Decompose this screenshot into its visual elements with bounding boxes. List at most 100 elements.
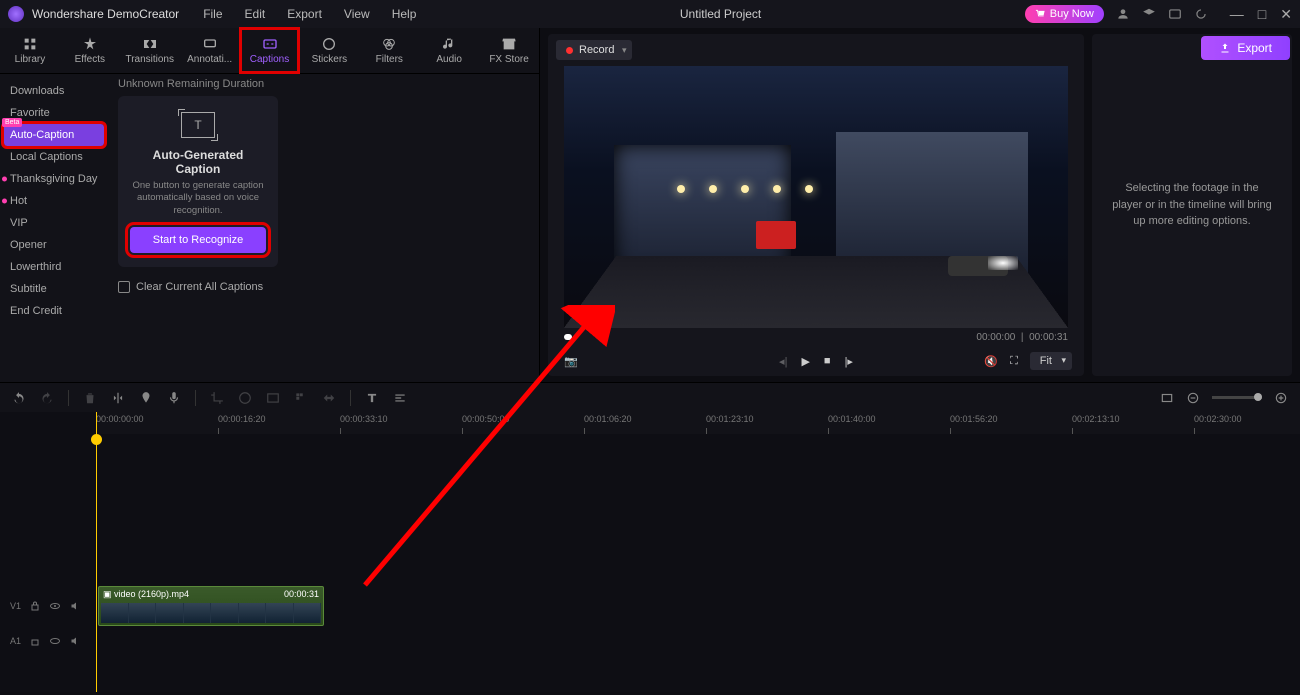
zoom-in-button[interactable] (1274, 391, 1288, 405)
tab-annotations[interactable]: Annotati... (180, 28, 240, 73)
ruler-tick: 00:00:00:00 (96, 414, 144, 424)
ruler-tick: 00:01:56:20 (950, 414, 998, 424)
video-preview[interactable] (564, 66, 1068, 328)
cat-auto-caption[interactable]: BetaAuto-Caption (4, 124, 104, 146)
track-mute-icon[interactable] (69, 600, 81, 612)
new-dot-icon (2, 177, 7, 182)
fit-select[interactable]: Fit (1030, 352, 1072, 370)
tab-effects[interactable]: Effects (60, 28, 120, 73)
play-button[interactable]: ▶ (801, 355, 809, 368)
menu-view[interactable]: View (344, 7, 370, 21)
card-title: Auto-Generated Caption (130, 148, 266, 176)
cart-icon (1035, 9, 1046, 20)
clear-captions-checkbox[interactable] (118, 281, 130, 293)
refresh-icon[interactable] (1194, 7, 1208, 21)
main-menu: File Edit Export View Help (203, 7, 416, 21)
message-icon[interactable] (1168, 7, 1182, 21)
cat-vip[interactable]: VIP (0, 212, 108, 234)
maximize-button[interactable]: □ (1258, 6, 1266, 23)
start-recognize-button[interactable]: Start to Recognize (130, 227, 266, 253)
ruler-tick: 00:00:50:00 (462, 414, 510, 424)
cat-local-captions[interactable]: Local Captions (0, 146, 108, 168)
ruler-tick: 00:00:33:10 (340, 414, 388, 424)
voiceover-button[interactable] (167, 391, 181, 405)
redo-button[interactable] (40, 391, 54, 405)
buy-now-button[interactable]: Buy Now (1025, 5, 1104, 23)
caption-frame-icon: T (181, 112, 215, 138)
undo-button[interactable] (12, 391, 26, 405)
menu-help[interactable]: Help (392, 7, 417, 21)
stickers-icon (321, 36, 337, 52)
speed-button[interactable] (238, 391, 252, 405)
cat-opener[interactable]: Opener (0, 234, 108, 256)
tab-stickers[interactable]: Stickers (299, 28, 359, 73)
inspector-panel: Selecting the footage in the player or i… (1092, 34, 1292, 376)
clear-captions-row[interactable]: Clear Current All Captions (118, 281, 529, 293)
auto-fit-button[interactable] (1160, 391, 1174, 405)
snapshot-button[interactable]: 📷 (564, 355, 578, 368)
audio-track-row: A1 (0, 628, 1300, 654)
align-button[interactable] (393, 391, 407, 405)
annotations-icon (202, 36, 218, 52)
split-button[interactable] (111, 391, 125, 405)
track-mute-icon[interactable] (69, 635, 81, 647)
tab-captions[interactable]: Captions (240, 28, 300, 73)
close-button[interactable]: ✕ (1280, 6, 1292, 23)
marker-button[interactable] (139, 391, 153, 405)
cat-downloads[interactable]: Downloads (0, 80, 108, 102)
text-style-button[interactable] (365, 391, 379, 405)
mosaic-button[interactable] (294, 391, 308, 405)
pip-button[interactable] (266, 391, 280, 405)
project-title: Untitled Project (416, 7, 1024, 21)
record-button[interactable]: Record (556, 40, 632, 60)
scrub-bar[interactable]: 00:00:00 | 00:00:31 (548, 328, 1084, 346)
track-lock-icon[interactable] (29, 635, 41, 647)
menu-export[interactable]: Export (287, 7, 322, 21)
menu-file[interactable]: File (203, 7, 222, 21)
tab-transitions[interactable]: Transitions (120, 28, 180, 73)
scrub-handle[interactable] (564, 334, 572, 340)
time-display: 00:00:00 | 00:00:31 (976, 332, 1068, 343)
cat-thanksgiving[interactable]: Thanksgiving Day (0, 168, 108, 190)
track-visible-icon[interactable] (49, 635, 61, 647)
fxstore-icon (501, 36, 517, 52)
export-button[interactable]: Export (1201, 36, 1290, 60)
mute-button[interactable]: 🔇 (984, 355, 998, 368)
zoom-out-button[interactable] (1186, 391, 1200, 405)
track-visible-icon[interactable] (49, 600, 61, 612)
next-frame-button[interactable]: |▸ (845, 355, 853, 368)
timeline-ruler[interactable]: 00:00:00:0000:00:16:2000:00:33:1000:00:5… (96, 412, 1300, 434)
cat-lowerthird[interactable]: Lowerthird (0, 256, 108, 278)
captions-icon (262, 36, 278, 52)
ruler-tick: 00:01:23:10 (706, 414, 754, 424)
transitions-icon (142, 36, 158, 52)
prev-frame-button[interactable]: ◂| (779, 355, 787, 368)
crop-button[interactable] (210, 391, 224, 405)
tab-library[interactable]: Library (0, 28, 60, 73)
tab-fxstore[interactable]: FX Store (479, 28, 539, 73)
app-logo-icon (8, 6, 24, 22)
graduation-icon[interactable] (1142, 7, 1156, 21)
delete-button[interactable] (83, 391, 97, 405)
fullscreen-button[interactable]: ⛶ (1010, 355, 1018, 368)
minimize-button[interactable]: — (1230, 6, 1244, 23)
timeline[interactable]: 00:00:00:0000:00:16:2000:00:33:1000:00:5… (0, 412, 1300, 692)
tab-audio[interactable]: Audio (419, 28, 479, 73)
track-lock-icon[interactable] (29, 600, 41, 612)
tab-filters[interactable]: Filters (359, 28, 419, 73)
titlebar: Wondershare DemoCreator File Edit Export… (0, 0, 1300, 28)
ruler-tick: 00:01:40:00 (828, 414, 876, 424)
zoom-slider[interactable] (1212, 396, 1262, 399)
timeline-toolbar (0, 382, 1300, 412)
user-icon[interactable] (1116, 7, 1130, 21)
tool-tabs: Library Effects Transitions Annotati... … (0, 28, 539, 74)
video-track-row: V1 ▣ video (2160p).mp400:00:31 (0, 584, 1300, 628)
cat-subtitle[interactable]: Subtitle (0, 278, 108, 300)
stop-button[interactable]: ■ (824, 355, 831, 367)
pan-button[interactable] (322, 391, 336, 405)
video-clip[interactable]: ▣ video (2160p).mp400:00:31 (98, 586, 324, 626)
menu-edit[interactable]: Edit (245, 7, 266, 21)
cat-hot[interactable]: Hot (0, 190, 108, 212)
app-name: Wondershare DemoCreator (32, 7, 179, 21)
cat-end-credit[interactable]: End Credit (0, 300, 108, 322)
